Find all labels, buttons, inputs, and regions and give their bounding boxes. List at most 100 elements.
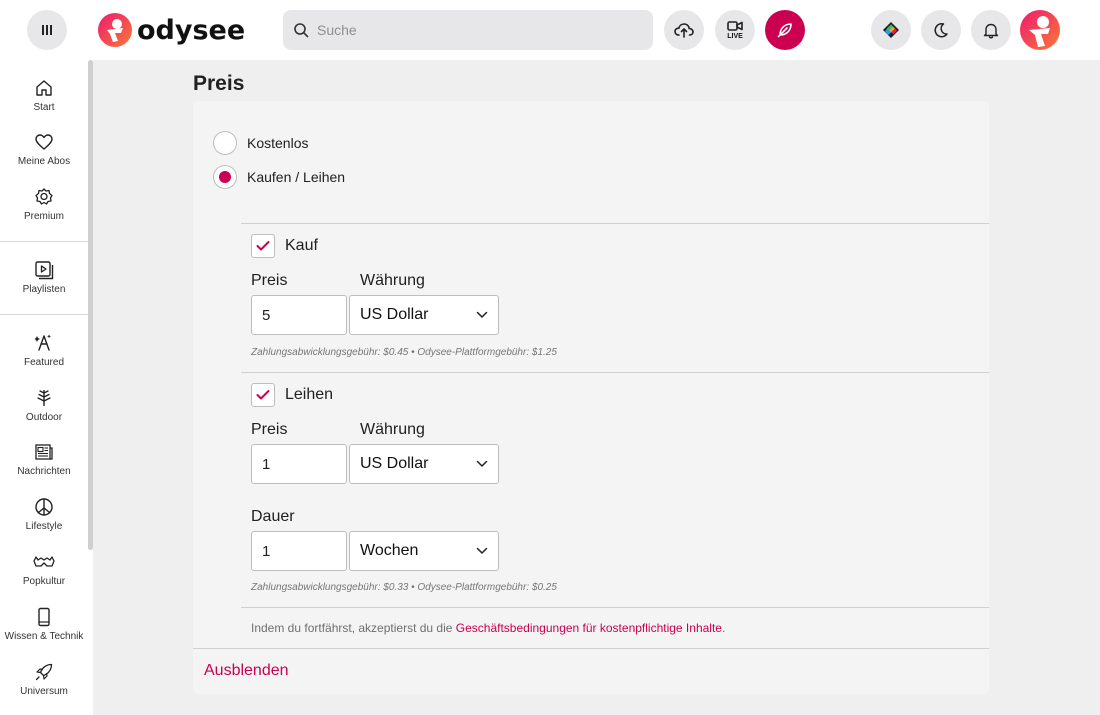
checkmark-icon — [256, 390, 270, 400]
cloud-upload-icon — [674, 23, 694, 38]
sidebar-item-popkultur[interactable]: Popkultur — [0, 550, 88, 600]
heart-icon — [35, 134, 53, 150]
hide-button[interactable]: Ausblenden — [204, 662, 289, 680]
rental-price-input[interactable]: 1 — [251, 444, 347, 484]
home-icon — [36, 80, 52, 96]
purchase-checkbox[interactable] — [251, 234, 275, 258]
sidebar-item-label: Playlisten — [22, 284, 66, 295]
sidebar-item-universum[interactable]: Universum — [0, 660, 88, 710]
purchase-currency-label: Währung — [360, 272, 425, 289]
sidebar-item-label: Universum — [20, 686, 68, 697]
sidebar-item-premium[interactable]: Premium — [0, 185, 88, 235]
rental-duration-label: Dauer — [251, 508, 295, 525]
user-avatar[interactable] — [1020, 10, 1060, 50]
rental-checkbox[interactable] — [251, 383, 275, 407]
radio-buy-rent[interactable]: Kaufen / Leihen — [213, 165, 345, 189]
rental-duration-unit-select[interactable]: Wochen — [349, 531, 499, 571]
terms-suffix: . — [721, 621, 726, 635]
sidebar-item-label: Meine Abos — [17, 156, 71, 167]
phone-icon — [38, 607, 50, 627]
radio-free[interactable]: Kostenlos — [213, 131, 308, 155]
sidebar-item-label: Outdoor — [25, 412, 63, 423]
chevron-down-icon — [476, 547, 488, 554]
bell-icon — [983, 23, 999, 38]
menu-icon — [42, 25, 52, 35]
purchase-price-value: 5 — [262, 306, 271, 324]
rental-duration-value: 1 — [262, 542, 271, 560]
checkmark-icon — [256, 241, 270, 251]
purchase-currency-value: US Dollar — [360, 306, 429, 323]
sidebar-item-start[interactable]: Start — [0, 76, 88, 126]
divider — [241, 223, 989, 224]
sidebar-item-label: Premium — [23, 211, 64, 222]
menu-button[interactable] — [27, 10, 67, 50]
sidebar-item-label: Popkultur — [22, 576, 66, 587]
purchase-currency-select[interactable]: US Dollar — [349, 295, 499, 335]
purchase-price-input[interactable]: 5 — [251, 295, 347, 335]
featured-icon — [34, 334, 51, 351]
search-input[interactable]: Suche — [317, 22, 357, 38]
divider — [241, 372, 989, 373]
terms-link[interactable]: Geschäftsbedingungen für kostenpflichtig… — [456, 621, 722, 635]
purchase-option[interactable]: Kauf — [251, 234, 318, 258]
sidebar-item-label: Nachrichten — [17, 466, 71, 477]
live-label: LIVE — [727, 33, 743, 40]
rental-currency-value: US Dollar — [360, 455, 429, 472]
playlist-icon — [35, 261, 54, 280]
terms-prefix: Indem du fortfährst, akzeptierst du die — [251, 621, 456, 635]
sidebar-divider — [0, 314, 88, 315]
page-title: Preis — [193, 72, 245, 95]
publish-button[interactable] — [765, 10, 805, 50]
radio-button[interactable] — [213, 131, 237, 155]
go-live-button[interactable]: LIVE — [715, 10, 755, 50]
wallet-button[interactable] — [871, 10, 911, 50]
sidebar-item-featured[interactable]: Featured — [0, 331, 88, 381]
sidebar-item-lifestyle[interactable]: Lifestyle — [0, 495, 88, 545]
price-card: Kostenlos Kaufen / Leihen Kauf Preis Wäh… — [193, 101, 989, 694]
chevron-down-icon — [476, 460, 488, 467]
rental-price-label: Preis — [251, 421, 288, 438]
purchase-price-label: Preis — [251, 272, 288, 289]
radio-button[interactable] — [213, 165, 237, 189]
upload-button[interactable] — [664, 10, 704, 50]
mask-icon — [33, 556, 55, 567]
sidebar-item-wissen-technik[interactable]: Wissen & Technik — [0, 605, 88, 655]
sidebar-item-label: Featured — [23, 357, 65, 368]
rental-duration-input[interactable]: 1 — [251, 531, 347, 571]
peace-icon — [35, 498, 53, 516]
rental-price-value: 1 — [262, 455, 271, 473]
rental-currency-select[interactable]: US Dollar — [349, 444, 499, 484]
feather-icon — [777, 23, 792, 38]
odysee-mascot-icon — [98, 13, 132, 47]
search-bar[interactable]: Suche — [283, 10, 653, 50]
rental-checkbox-label: Leihen — [285, 386, 334, 403]
radio-label: Kaufen / Leihen — [247, 169, 346, 185]
radio-label: Kostenlos — [247, 135, 309, 151]
tree-icon — [37, 390, 51, 406]
notifications-button[interactable] — [971, 10, 1011, 50]
divider — [193, 648, 989, 649]
rental-fee-text: Zahlungsabwicklungsgebühr: $0.33 • Odyse… — [251, 582, 557, 593]
main-content: Preis Kostenlos Kaufen / Leihen Kauf Pre… — [93, 60, 1100, 715]
moon-icon — [934, 23, 948, 38]
sidebar-item-playlisten[interactable]: Playlisten — [0, 258, 88, 308]
sidebar-item-label: Wissen & Technik — [4, 631, 84, 642]
sidebar-item-outdoor[interactable]: Outdoor — [0, 386, 88, 436]
odysee-logo[interactable]: odysee — [97, 10, 245, 50]
terms-notice: Indem du fortfährst, akzeptierst du die … — [251, 621, 725, 635]
sidebar-item-label: Start — [33, 102, 55, 113]
purchase-fee-text: Zahlungsabwicklungsgebühr: $0.45 • Odyse… — [251, 347, 557, 358]
logo-text: odysee — [137, 14, 246, 46]
wallet-diamond-icon — [883, 22, 899, 38]
rental-option[interactable]: Leihen — [251, 383, 333, 407]
newspaper-icon — [35, 444, 53, 460]
rocket-icon — [35, 663, 53, 681]
sidebar-divider — [0, 241, 88, 242]
divider — [241, 607, 989, 608]
premium-badge-icon — [35, 188, 53, 205]
sidebar-item-nachrichten[interactable]: Nachrichten — [0, 440, 88, 490]
sidebar-item-meine-abos[interactable]: Meine Abos — [0, 130, 88, 180]
sidebar-item-label: Lifestyle — [25, 521, 63, 532]
chevron-down-icon — [476, 311, 488, 318]
theme-toggle-button[interactable] — [921, 10, 961, 50]
